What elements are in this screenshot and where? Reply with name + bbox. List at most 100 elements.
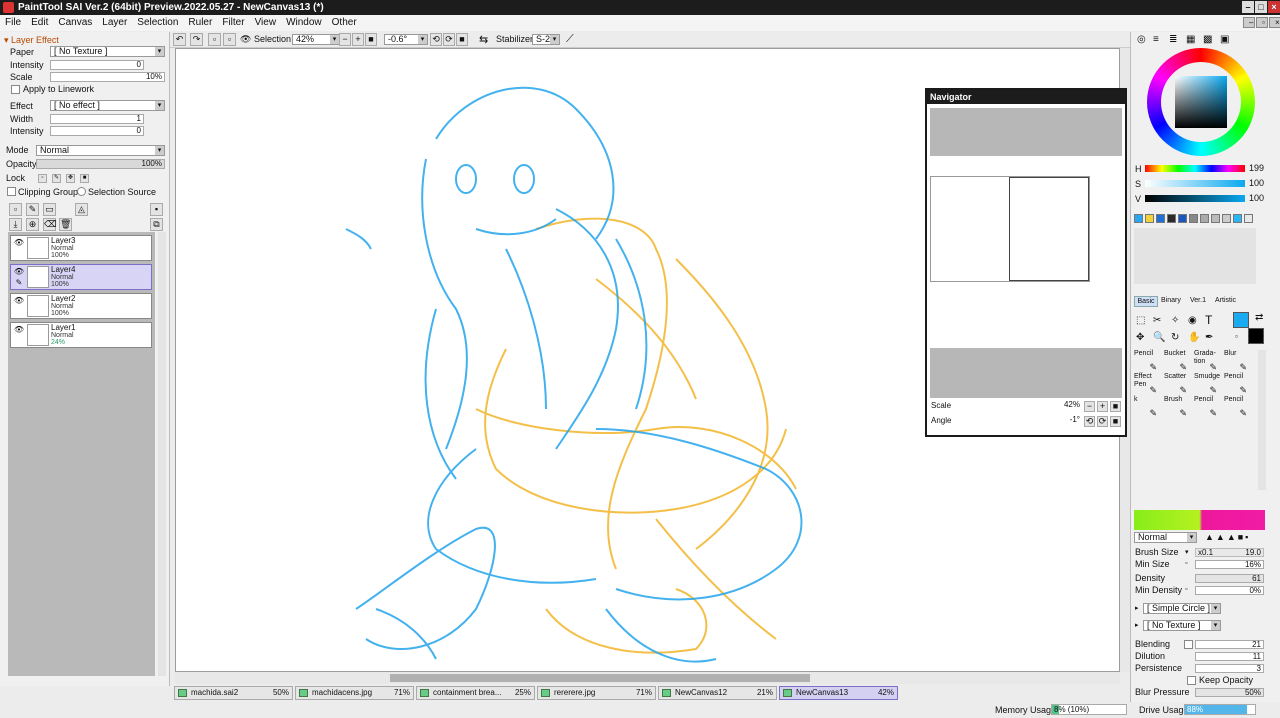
shape-expand-icon[interactable]: ▸ [1135,604,1139,612]
apply-linework-checkbox[interactable] [11,85,20,94]
tool-tab-artistic[interactable]: Artistic [1215,297,1236,304]
color-swatch[interactable] [1134,214,1143,223]
intensity-slider[interactable]: 0 [50,60,144,70]
color-swatch[interactable] [1145,214,1154,223]
clear-layer-icon[interactable]: ⌫ [43,218,57,231]
brush-size-slider[interactable]: x0.1 19.0 [1195,548,1264,557]
layer-settings-icon[interactable]: ⧉ [150,218,163,231]
brush-texture-select[interactable]: [ No Texture ] ▾ [1143,620,1221,631]
swatch-tab-icon[interactable]: ▦ [1186,34,1195,45]
color-swatch[interactable] [1233,214,1242,223]
visibility-eye-icon[interactable]: 👁 [13,325,25,335]
nav-zoom-reset-icon[interactable]: ■ [1110,401,1121,412]
blending-pressure-checkbox[interactable] [1184,640,1193,649]
doc-tab[interactable]: containment brea... 25% [416,686,535,700]
lasso-icon[interactable]: ✂ [1153,315,1161,326]
brush-slot[interactable]: Blur ✎ [1224,350,1249,372]
color-swatch[interactable] [1167,214,1176,223]
hue-slider[interactable] [1145,165,1245,172]
color-swatch[interactable] [1178,214,1187,223]
rotate-right-icon[interactable]: ⟳ [443,33,455,46]
doc-tab[interactable]: NewCanvas12 21% [658,686,777,700]
texture-expand-icon[interactable]: ▸ [1135,621,1139,629]
paper-select[interactable]: [ No Texture ] ▾ [50,46,165,57]
brush-slot[interactable]: Scatter ✎ [1164,373,1189,395]
opacity-slider[interactable]: 100% [36,159,165,169]
navigator-preview[interactable] [930,176,1090,282]
layer-effect-header[interactable]: ▾ Layer Effect [4,34,59,46]
doc-tab[interactable]: machida.sai2 50% [174,686,293,700]
transfer-down-icon[interactable]: ⤓ [9,218,22,231]
eyedropper-icon[interactable]: ✒ [1205,332,1213,343]
hand-tool-icon[interactable]: ✋ [1188,332,1200,343]
navigator-viewport[interactable] [1009,177,1089,281]
brush-grid-scrollbar[interactable] [1258,350,1266,490]
hue-ring[interactable] [1147,48,1255,156]
new-linework-layer-icon[interactable]: ✎ [26,203,39,216]
brush-slot[interactable]: Brush ✎ [1164,396,1189,418]
scroll-thumb[interactable] [390,674,810,682]
nav-rotate-reset-icon[interactable]: ■ [1110,416,1121,427]
brush-shape-select[interactable]: [ Simple Circle ] ▾ [1143,603,1221,614]
brush-slot[interactable]: Smudge ✎ [1194,373,1220,395]
redo-icon[interactable]: ↷ [190,33,203,46]
invert-selection-icon[interactable]: ▫ [223,33,236,46]
min-size-pressure-icon[interactable]: ▫ [1185,560,1187,567]
brush-slot[interactable]: Pencil ✎ [1194,396,1219,418]
clipping-group-checkbox[interactable] [7,187,16,196]
selection-source-checkbox[interactable] [77,187,86,196]
value-slider[interactable] [1145,195,1245,202]
doc-tab[interactable]: machidacens.jpg 71% [295,686,414,700]
brush-slot[interactable]: Pencil ✎ [1134,350,1159,372]
blur-pressure-slider[interactable]: 50% [1195,688,1264,697]
color-swatch[interactable] [1244,214,1253,223]
saturation-slider[interactable] [1145,180,1245,187]
lock-pencil-icon[interactable]: ✎ [52,174,61,183]
layer-item[interactable]: 👁 Layer3 Normal 100% [10,235,152,261]
zoom-select[interactable]: 42% ▾ [292,34,340,45]
keep-opacity-checkbox[interactable] [1187,676,1196,685]
width-slider[interactable]: 1 [50,114,144,124]
color-swatch[interactable] [1156,214,1165,223]
merge-down-icon[interactable]: ⊕ [26,218,39,231]
move-tool-icon[interactable]: ✥ [1136,332,1144,343]
rotation-select[interactable]: -0.6° ▾ [384,34,428,45]
maximize-button[interactable]: □ [1255,1,1267,13]
visibility-eye-icon[interactable]: 👁 [13,296,25,306]
color-swatch[interactable] [1222,214,1231,223]
min-density-slider[interactable]: 0% [1195,586,1264,595]
visibility-eye-icon[interactable]: 👁 [13,267,25,277]
color-swatch[interactable] [1189,214,1198,223]
brush-slot[interactable]: Pencil ✎ [1224,373,1249,395]
swap-colors-icon[interactable]: ⇄ [1255,312,1263,323]
layer-item-selected[interactable]: 👁 ✎ Layer4 Normal 100% [10,264,152,290]
effect-select[interactable]: [ No effect ] ▾ [50,100,165,111]
new-layer-icon[interactable]: ▫ [9,203,22,216]
lock-move-icon[interactable]: ✥ [66,174,75,183]
color-swatch[interactable] [1200,214,1209,223]
selection-visibility-icon[interactable]: 👁 [240,34,251,45]
brush-shape-icons[interactable]: ▲▲▲■▪ [1205,532,1250,542]
menu-file[interactable]: File [0,15,26,31]
undo-icon[interactable]: ↶ [173,33,186,46]
lock-padlock-icon[interactable]: ■ [80,174,89,183]
doc-tab-active[interactable]: NewCanvas13 42% [779,686,898,700]
layer-mask-icon[interactable]: ◬ [75,203,88,216]
new-folder-icon[interactable]: ▭ [43,203,56,216]
brush-mode-select[interactable]: Normal ▾ [1134,532,1197,543]
menu-layer[interactable]: Layer [97,15,132,31]
layer-scrollbar[interactable] [158,232,166,676]
deselect-icon[interactable]: ▫ [208,33,221,46]
menu-edit[interactable]: Edit [26,15,53,31]
zoom-reset-icon[interactable]: ■ [365,33,377,46]
text-tool-icon[interactable]: T [1205,313,1212,327]
zoom-in-icon[interactable]: + [352,33,364,46]
menu-canvas[interactable]: Canvas [53,15,97,31]
brush-slot[interactable]: Grada-tion ✎ [1194,350,1219,372]
layer-item[interactable]: 👁 Layer2 Normal 100% [10,293,152,319]
tool-tab-basic[interactable]: Basic [1134,296,1158,307]
tool-tab-binary[interactable]: Binary [1161,297,1181,304]
stabilizer-select[interactable]: S-2 ▾ [532,34,560,45]
hsv-slider-tab-icon[interactable]: ≣ [1169,34,1177,45]
brush-slot[interactable]: Effect Pen ✎ [1134,373,1159,395]
